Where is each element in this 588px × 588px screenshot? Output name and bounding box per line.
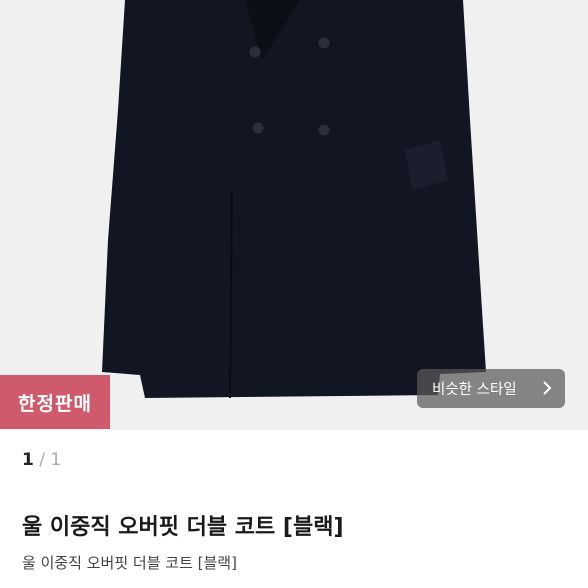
coat-button: [318, 124, 330, 136]
coat-button: [252, 122, 264, 134]
pager-total: 1: [50, 450, 62, 470]
pager-separator: /: [39, 450, 45, 470]
similar-style-button[interactable]: 비슷한 스타일: [417, 369, 565, 408]
limited-sale-badge: 한정판매: [0, 375, 110, 429]
coat-button: [249, 46, 261, 58]
coat-image: [102, 0, 486, 399]
image-pager: 1 / 1: [22, 450, 61, 470]
product-title: 울 이중직 오버핏 더블 코트 [블랙]: [22, 515, 344, 540]
similar-style-label: 비슷한 스타일: [432, 382, 517, 398]
pager-current: 1: [22, 450, 34, 470]
coat-button: [318, 37, 330, 49]
product-image-area[interactable]: 한정판매 비슷한 스타일: [0, 0, 588, 430]
chevron-right-icon: [541, 379, 553, 401]
product-subtitle: 울 이중직 오버핏 더블 코트 [블랙]: [22, 554, 237, 572]
